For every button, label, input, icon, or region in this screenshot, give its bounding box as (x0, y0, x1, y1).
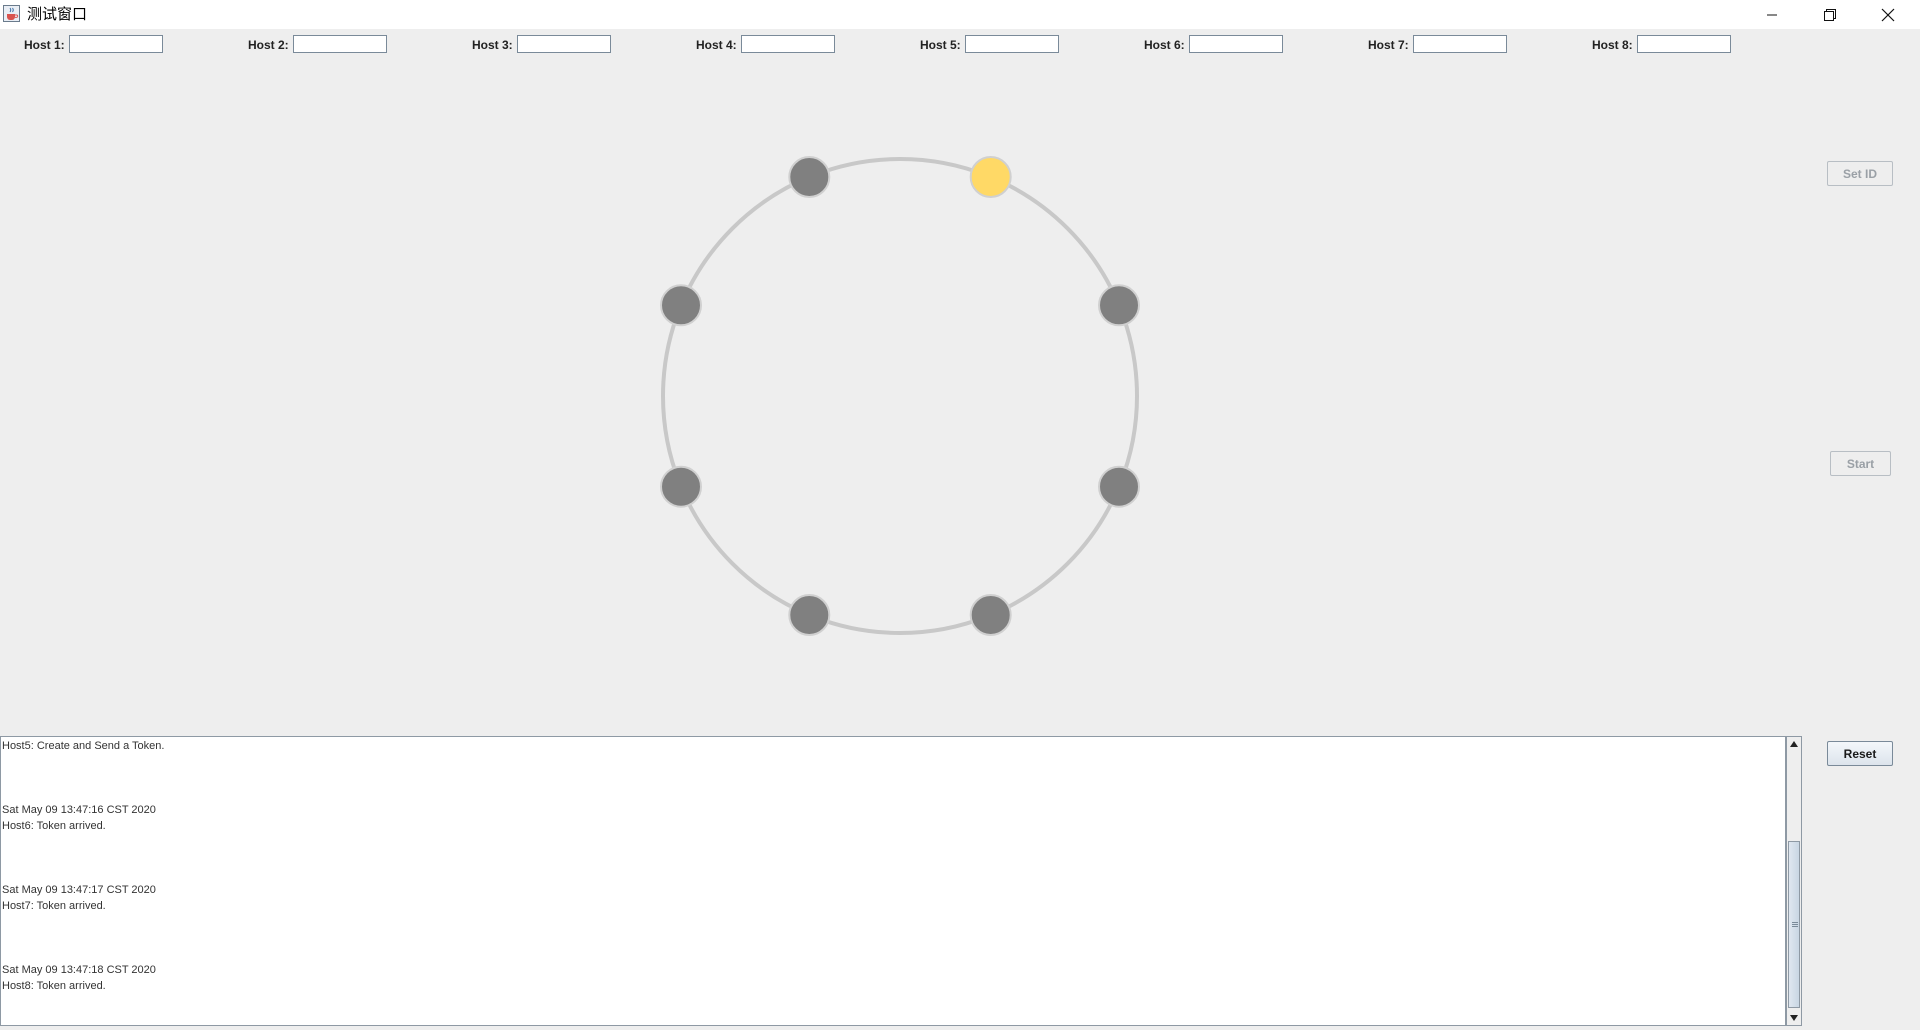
host-6-label: Host 6: (1144, 38, 1185, 52)
host-input-bar: Host 1: Host 2: Host 3: Host 4: Host 5: … (0, 29, 1920, 59)
host-node-3 (660, 465, 702, 508)
host-5-label: Host 5: (920, 38, 961, 52)
triangle-down-icon (1790, 1015, 1798, 1021)
scroll-thumb[interactable] (1788, 841, 1800, 1008)
restore-icon (1824, 8, 1836, 21)
log-line: Host6: Token arrived. (2, 820, 106, 832)
grip-line (1792, 924, 1798, 925)
log-scrollbar[interactable] (1786, 736, 1802, 1026)
host-8-input[interactable] (1637, 35, 1731, 53)
host-3-label: Host 3: (472, 38, 513, 52)
set-id-button[interactable]: Set ID (1827, 161, 1893, 186)
ring-circle (661, 157, 1139, 635)
host-node-1 (788, 156, 831, 198)
start-button[interactable]: Start (1830, 451, 1891, 476)
java-coffee-icon (3, 5, 20, 22)
minimize-icon (1767, 14, 1777, 15)
host-4-label: Host 4: (696, 38, 737, 52)
close-button[interactable] (1859, 0, 1917, 29)
host-node-2 (660, 284, 702, 327)
host-node-8 (969, 594, 1012, 636)
token-ring-diagram (660, 156, 1140, 636)
host-4-input[interactable] (741, 35, 835, 53)
log-text-area[interactable]: Host5: Create and Send a Token. Sat May … (0, 736, 1786, 1026)
close-icon (1881, 8, 1895, 21)
host-6-input[interactable] (1189, 35, 1283, 53)
host-2-input[interactable] (293, 35, 387, 53)
host-node-5 (969, 156, 1012, 198)
minimize-button[interactable] (1743, 0, 1801, 29)
host-node-6 (1098, 284, 1140, 327)
grip-line (1792, 926, 1798, 927)
log-line: Host5: Create and Send a Token. (2, 740, 165, 752)
host-7-label: Host 7: (1368, 38, 1409, 52)
scroll-down-arrow[interactable] (1787, 1011, 1801, 1025)
scroll-up-arrow[interactable] (1787, 737, 1801, 751)
log-line: Sat May 09 13:47:16 CST 2020 (2, 804, 156, 816)
host-node-4 (788, 594, 831, 636)
reset-button[interactable]: Reset (1827, 741, 1893, 766)
host-2-label: Host 2: (248, 38, 289, 52)
title-bar: 测试窗口 (0, 0, 1920, 29)
log-line: Host7: Token arrived. (2, 900, 106, 912)
host-1-input[interactable] (69, 35, 163, 53)
triangle-up-icon (1790, 741, 1798, 747)
host-8-label: Host 8: (1592, 38, 1633, 52)
log-line: Sat May 09 13:47:17 CST 2020 (2, 884, 156, 896)
host-3-input[interactable] (517, 35, 611, 53)
host-5-input[interactable] (965, 35, 1059, 53)
host-1-label: Host 1: (24, 38, 65, 52)
log-line: Sat May 09 13:47:18 CST 2020 (2, 964, 156, 976)
host-node-7 (1098, 465, 1140, 508)
log-line: Host8: Token arrived. (2, 980, 106, 992)
grip-line (1792, 922, 1798, 923)
restore-button[interactable] (1801, 0, 1859, 29)
host-7-input[interactable] (1413, 35, 1507, 53)
window-title: 测试窗口 (27, 5, 88, 23)
